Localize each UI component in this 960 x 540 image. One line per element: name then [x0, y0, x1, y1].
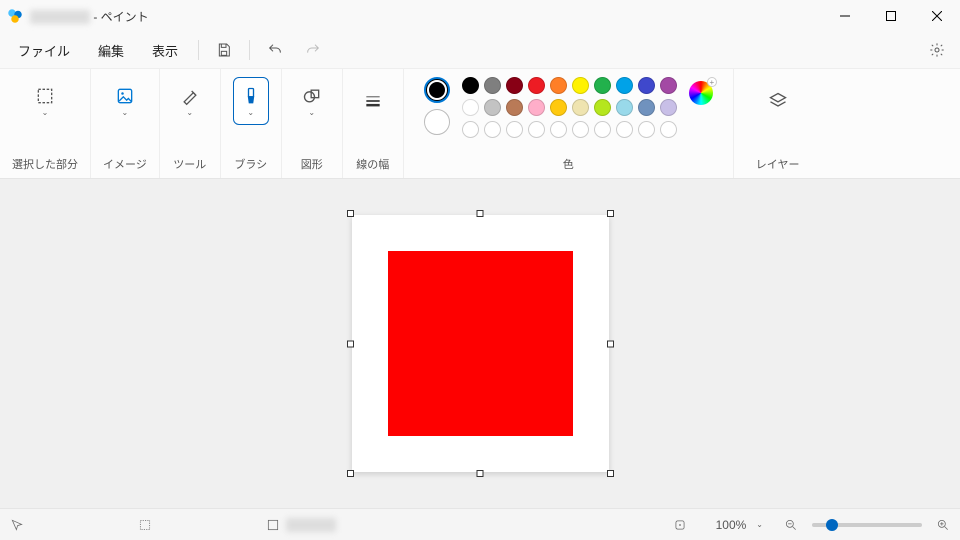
- group-image: ⌄ イメージ: [91, 69, 160, 178]
- canvas[interactable]: [352, 215, 609, 472]
- separator: [249, 40, 250, 60]
- resize-handle-w[interactable]: [347, 340, 354, 347]
- chevron-down-icon: ⌄: [122, 108, 129, 117]
- resize-handle-s[interactable]: [477, 470, 484, 477]
- resize-handle-e[interactable]: [607, 340, 614, 347]
- custom-color-slot[interactable]: [506, 121, 523, 138]
- chevron-down-icon: ⌄: [756, 520, 763, 529]
- selection-tool[interactable]: ⌄: [27, 77, 63, 125]
- maximize-button[interactable]: [868, 0, 914, 32]
- custom-color-slot[interactable]: [660, 121, 677, 138]
- color-swatch[interactable]: [528, 77, 545, 94]
- group-layers: レイヤー: [734, 69, 822, 178]
- canvas-area[interactable]: [0, 179, 960, 508]
- foreground-color[interactable]: [424, 77, 450, 103]
- app-icon: [6, 7, 24, 25]
- color-swatch[interactable]: [638, 99, 655, 116]
- tools-button[interactable]: ⌄: [172, 77, 208, 125]
- color-swatch[interactable]: [462, 99, 479, 116]
- color-swatch[interactable]: [660, 77, 677, 94]
- color-swatch[interactable]: [572, 77, 589, 94]
- close-button[interactable]: [914, 0, 960, 32]
- group-stroke: 線の幅: [343, 69, 404, 178]
- image-tool[interactable]: ⌄: [107, 77, 143, 125]
- selection-size: [138, 518, 152, 532]
- group-tools: ⌄ ツール: [160, 69, 221, 178]
- chevron-down-icon: ⌄: [42, 108, 49, 117]
- minimize-button[interactable]: [822, 0, 868, 32]
- shapes-button[interactable]: ⌄: [294, 77, 330, 125]
- menu-view[interactable]: 表示: [140, 35, 190, 66]
- color-swatch[interactable]: [484, 77, 501, 94]
- background-color[interactable]: [424, 109, 450, 135]
- resize-handle-se[interactable]: [607, 470, 614, 477]
- menu-edit[interactable]: 編集: [86, 35, 136, 66]
- brushes-button[interactable]: ⌄: [233, 77, 269, 125]
- undo-icon[interactable]: [258, 35, 292, 65]
- statusbar: xxx × xxx 100% ⌄: [0, 508, 960, 540]
- chevron-down-icon: ⌄: [247, 108, 254, 117]
- custom-color-slot[interactable]: [462, 121, 479, 138]
- group-brushes: ⌄ ブラシ: [221, 69, 282, 178]
- color-swatch[interactable]: [506, 77, 523, 94]
- color-swatch[interactable]: [616, 77, 633, 94]
- color-swatch[interactable]: [550, 99, 567, 116]
- canvas-size-value: xxx × xxx: [286, 518, 336, 532]
- zoom-level[interactable]: 100% ⌄: [701, 515, 770, 535]
- settings-icon[interactable]: [920, 35, 954, 65]
- window-title: xxxxxxxxxx - ペイント: [30, 8, 149, 25]
- resize-handle-sw[interactable]: [347, 470, 354, 477]
- paint-window: xxxxxxxxxx - ペイント ファイル 編集 表示: [0, 0, 960, 540]
- canvas-wrapper: [352, 215, 609, 472]
- color-swatch[interactable]: [594, 99, 611, 116]
- titlebar: xxxxxxxxxx - ペイント: [0, 0, 960, 32]
- color-swatch[interactable]: [572, 99, 589, 116]
- plus-icon: +: [707, 77, 717, 87]
- layers-button[interactable]: [760, 77, 796, 125]
- color-swatch[interactable]: [660, 99, 677, 116]
- color-swatch[interactable]: [528, 99, 545, 116]
- resize-handle-n[interactable]: [477, 210, 484, 217]
- chevron-down-icon: ⌄: [308, 108, 315, 117]
- custom-color-slot[interactable]: [484, 121, 501, 138]
- color-swatch[interactable]: [484, 99, 501, 116]
- custom-color-slot[interactable]: [638, 121, 655, 138]
- chevron-down-icon: ⌄: [186, 108, 193, 117]
- ribbon: ⌄ 選択した部分 ⌄ イメージ ⌄ ツール ⌄ ブラシ: [0, 68, 960, 179]
- fit-to-window-icon[interactable]: [673, 518, 687, 532]
- color-swatch[interactable]: [462, 77, 479, 94]
- redo-icon[interactable]: [296, 35, 330, 65]
- group-shapes: ⌄ 図形: [282, 69, 343, 178]
- custom-color-slot[interactable]: [616, 121, 633, 138]
- resize-handle-nw[interactable]: [347, 210, 354, 217]
- color-swatch[interactable]: [506, 99, 523, 116]
- stroke-width-button[interactable]: [355, 77, 391, 125]
- red-square-shape[interactable]: [388, 251, 573, 436]
- color-swatch[interactable]: [616, 99, 633, 116]
- zoom-out-button[interactable]: [784, 518, 798, 532]
- file-name-blurred: xxxxxxxxxx: [30, 10, 90, 24]
- zoom-in-button[interactable]: [936, 518, 950, 532]
- canvas-size: xxx × xxx: [266, 518, 336, 532]
- separator: [198, 40, 199, 60]
- custom-color-slot[interactable]: [528, 121, 545, 138]
- resize-handle-ne[interactable]: [607, 210, 614, 217]
- window-controls: [822, 0, 960, 32]
- group-colors: + 色: [404, 69, 734, 178]
- cursor-position: [10, 518, 24, 532]
- custom-color-slot[interactable]: [572, 121, 589, 138]
- color-swatch[interactable]: [594, 77, 611, 94]
- zoom-slider[interactable]: [812, 523, 922, 527]
- edit-colors-button[interactable]: +: [689, 77, 713, 105]
- color-swatch[interactable]: [638, 77, 655, 94]
- color-swatch[interactable]: [550, 77, 567, 94]
- custom-color-slot[interactable]: [550, 121, 567, 138]
- group-selection: ⌄ 選択した部分: [0, 69, 91, 178]
- custom-color-slot[interactable]: [594, 121, 611, 138]
- menu-file[interactable]: ファイル: [6, 35, 82, 66]
- zoom-slider-thumb[interactable]: [826, 519, 838, 531]
- save-icon[interactable]: [207, 35, 241, 65]
- menubar: ファイル 編集 表示: [0, 32, 960, 68]
- color-palette: [462, 77, 677, 138]
